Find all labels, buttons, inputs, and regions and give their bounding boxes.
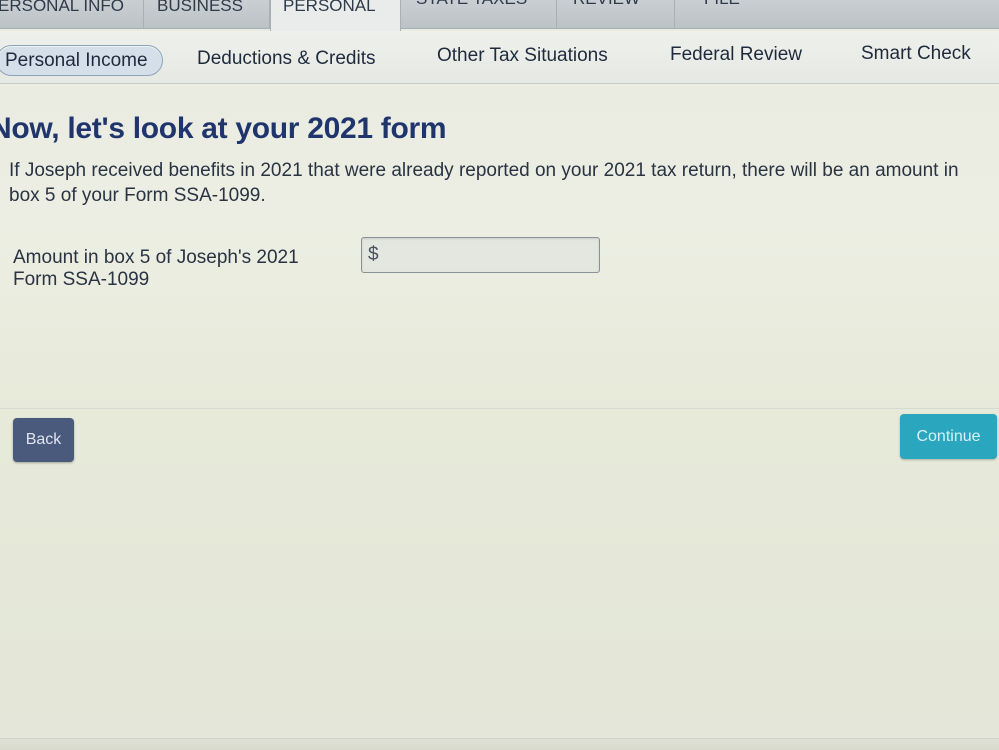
subtab-smart-check-label: Smart Check [861,43,971,64]
tab-file-label: FILE [704,0,740,8]
top-tab-bar: ERSONAL INFO BUSINESS PERSONAL STATE TAX… [0,0,999,31]
subtab-federal-review[interactable]: Federal Review [670,44,802,66]
tab-state-taxes[interactable]: STATE TAXES [401,0,557,28]
amount-box5-field[interactable]: $ [361,237,600,274]
amount-box5-input[interactable] [384,238,598,274]
tab-personal-info-label: ERSONAL INFO [0,0,124,15]
tab-business-label: BUSINESS [157,0,243,15]
subtab-smart-check[interactable]: Smart Check [861,43,971,65]
tab-business[interactable]: BUSINESS [144,0,270,28]
subtab-deductions-credits-label: Deductions & Credits [197,48,376,69]
subtab-personal-income-label: Personal Income [5,50,148,71]
currency-symbol: $ [368,244,379,265]
sub-navigation: Personal Income Deductions & Credits Oth… [0,31,999,84]
page-title: Now, let's look at your 2021 form [0,112,447,145]
tab-state-taxes-label: STATE TAXES [416,0,527,8]
amount-field-label: Amount in box 5 of Joseph's 2021 Form SS… [13,247,299,290]
tab-personal[interactable]: PERSONAL [270,0,401,31]
section-divider [0,408,999,409]
tab-personal-info[interactable]: ERSONAL INFO [0,0,144,28]
description-text: If Joseph received benefits in 2021 that… [9,160,959,206]
continue-button[interactable]: Continue [900,414,997,459]
back-button[interactable]: Back [13,418,74,462]
tab-file[interactable]: FILE [675,0,999,28]
subtab-other-tax-situations[interactable]: Other Tax Situations [437,45,608,67]
tab-review-label: REVIEW [573,0,640,8]
subtab-deductions-credits[interactable]: Deductions & Credits [197,48,375,70]
bottom-edge [0,738,999,750]
subtab-other-tax-situations-label: Other Tax Situations [437,45,608,66]
tab-review[interactable]: REVIEW [557,0,675,28]
tab-personal-label: PERSONAL [283,0,376,15]
subtab-federal-review-label: Federal Review [670,44,802,65]
subtab-personal-income[interactable]: Personal Income [0,45,163,76]
